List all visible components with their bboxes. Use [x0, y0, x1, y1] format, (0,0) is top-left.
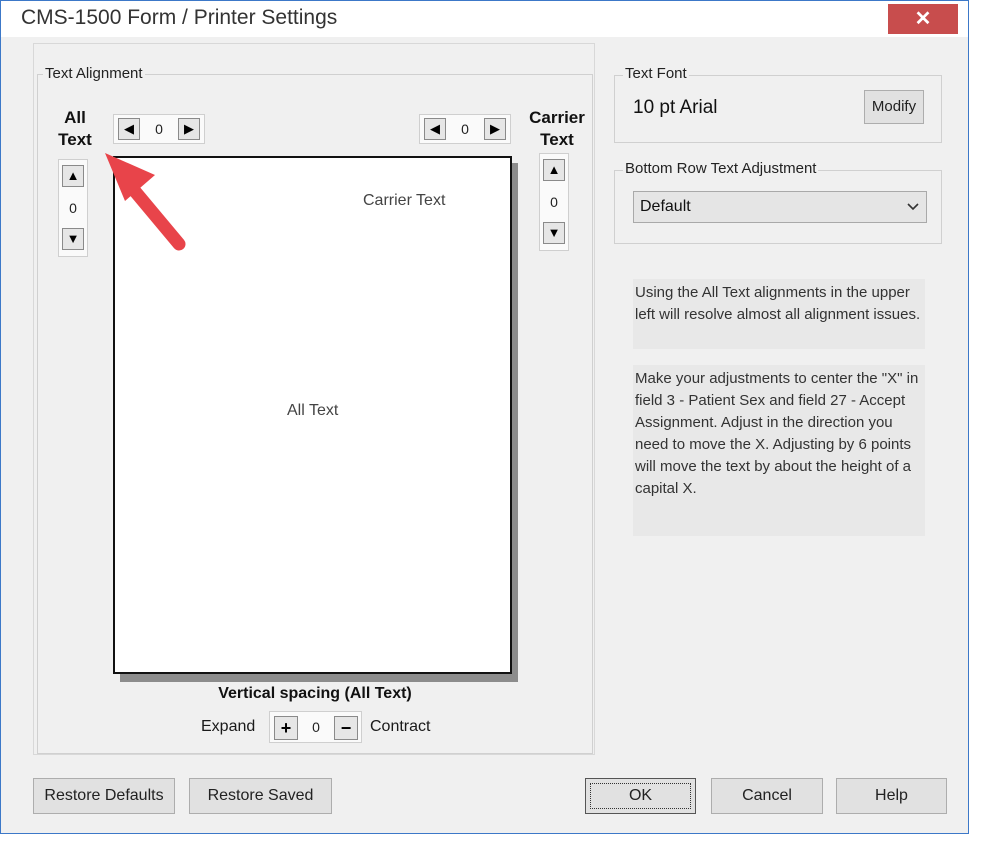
annotation-arrow-icon: [105, 153, 186, 251]
contract-label: Contract: [370, 718, 431, 735]
carrier-text-horizontal-spinner: ◀ 0 ▶: [419, 114, 511, 144]
cancel-button[interactable]: Cancel: [711, 778, 823, 814]
carrier-text-left-arrow-button[interactable]: ◀: [424, 118, 446, 140]
preview-all-text: All Text: [287, 402, 339, 419]
restore-defaults-button[interactable]: Restore Defaults: [33, 778, 175, 814]
all-text-left-arrow-button[interactable]: ◀: [118, 118, 140, 140]
all-text-down-arrow-button[interactable]: ▼: [62, 228, 84, 250]
carrier-text-up-arrow-button[interactable]: ▲: [543, 159, 565, 181]
text-font-legend: Text Font: [623, 65, 689, 82]
help-button[interactable]: Help: [836, 778, 947, 814]
all-text-label: All Text: [58, 108, 92, 149]
carrier-text-vertical-value: 0: [550, 194, 558, 210]
all-text-horizontal-spinner: ◀ 0 ▶: [113, 114, 205, 144]
all-text-right-arrow-button[interactable]: ▶: [178, 118, 200, 140]
vertical-spacing-spinner: + 0 −: [269, 711, 362, 743]
expand-label: Expand: [201, 718, 256, 735]
vertical-spacing-label: Vertical spacing (All Text): [218, 685, 412, 702]
all-text-horizontal-value: 0: [155, 121, 163, 137]
carrier-text-right-arrow-button[interactable]: ▶: [484, 118, 506, 140]
ok-button[interactable]: OK: [585, 778, 696, 814]
window-title: CMS-1500 Form / Printer Settings: [21, 6, 338, 29]
contract-minus-button[interactable]: −: [334, 716, 358, 740]
carrier-text-label: Carrier Text: [529, 108, 585, 149]
modify-button[interactable]: Modify: [864, 90, 924, 124]
chevron-down-icon: [906, 196, 920, 221]
all-text-vertical-spinner: ▲ 0 ▼: [58, 159, 88, 257]
restore-saved-button[interactable]: Restore Saved: [189, 778, 332, 814]
bottom-row-legend: Bottom Row Text Adjustment: [623, 160, 819, 177]
carrier-text-vertical-spinner: ▲ 0 ▼: [539, 153, 569, 251]
font-value: 10 pt Arial: [633, 97, 718, 118]
carrier-text-down-arrow-button[interactable]: ▼: [543, 222, 565, 244]
info-text-2: Make your adjustments to center the "X" …: [633, 365, 925, 536]
info-text-1: Using the All Text alignments in the upp…: [633, 279, 925, 349]
all-text-vertical-value: 0: [69, 200, 77, 216]
preview-carrier-text: Carrier Text: [363, 192, 446, 209]
settings-dialog: CMS-1500 Form / Printer Settings ✕ Text …: [0, 0, 969, 834]
ok-button-label: OK: [590, 783, 691, 809]
bottom-row-select[interactable]: Default: [633, 191, 927, 223]
text-alignment-legend: Text Alignment: [43, 65, 145, 82]
close-button[interactable]: ✕: [888, 4, 958, 34]
carrier-text-horizontal-value: 0: [461, 121, 469, 137]
all-text-up-arrow-button[interactable]: ▲: [62, 165, 84, 187]
vertical-spacing-value: 0: [312, 719, 320, 735]
expand-plus-button[interactable]: +: [274, 716, 298, 740]
title-bar: CMS-1500 Form / Printer Settings ✕: [1, 1, 968, 37]
bottom-row-selected-value: Default: [640, 198, 691, 215]
